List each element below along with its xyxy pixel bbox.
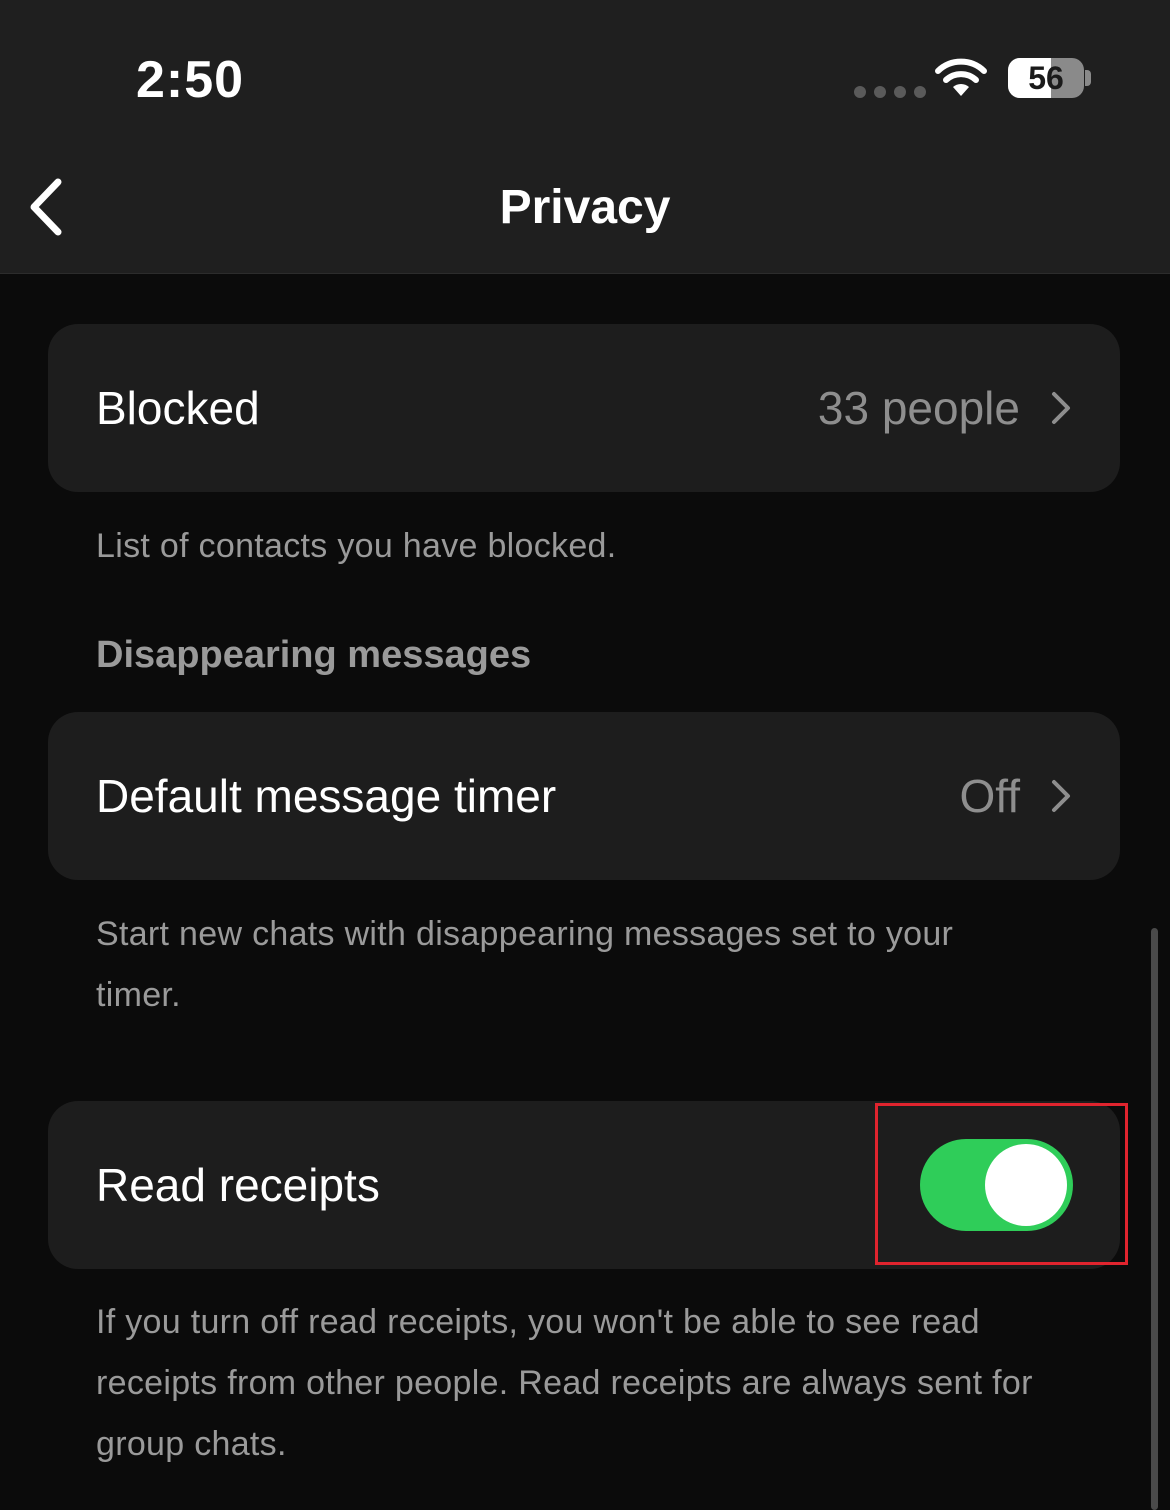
read-receipts-footnote: If you turn off read receipts, you won't…	[96, 1303, 1033, 1463]
top-bar: 2:50 56 Privacy	[0, 0, 1170, 274]
battery-level: 56	[1028, 59, 1064, 96]
privacy-screen: 2:50 56 Privacy Blocked 33 people List o…	[0, 0, 1170, 1510]
blocked-count: 33 people	[817, 382, 1020, 434]
page-title: Privacy	[499, 181, 671, 234]
chevron-right-icon	[1052, 780, 1070, 812]
default-message-timer-footnote: Start new chats with disappearing messag…	[96, 915, 954, 1014]
scrollbar[interactable]	[1151, 928, 1158, 1510]
blocked-row[interactable]: Blocked 33 people	[48, 324, 1120, 492]
default-message-timer-value: Off	[959, 770, 1020, 822]
section-header-disappearing: Disappearing messages	[96, 634, 532, 676]
blocked-label: Blocked	[96, 382, 260, 434]
highlight-box	[875, 1103, 1128, 1265]
battery-cap	[1085, 70, 1091, 86]
status-time: 2:50	[136, 51, 245, 109]
default-message-timer-label: Default message timer	[96, 770, 557, 822]
cellular-signal-icon	[854, 86, 926, 98]
chevron-right-icon	[1052, 392, 1070, 424]
blocked-footnote: List of contacts you have blocked.	[96, 527, 617, 565]
battery-icon: 56	[1008, 58, 1084, 98]
default-message-timer-row[interactable]: Default message timer Off	[48, 712, 1120, 880]
wifi-icon	[935, 58, 987, 96]
